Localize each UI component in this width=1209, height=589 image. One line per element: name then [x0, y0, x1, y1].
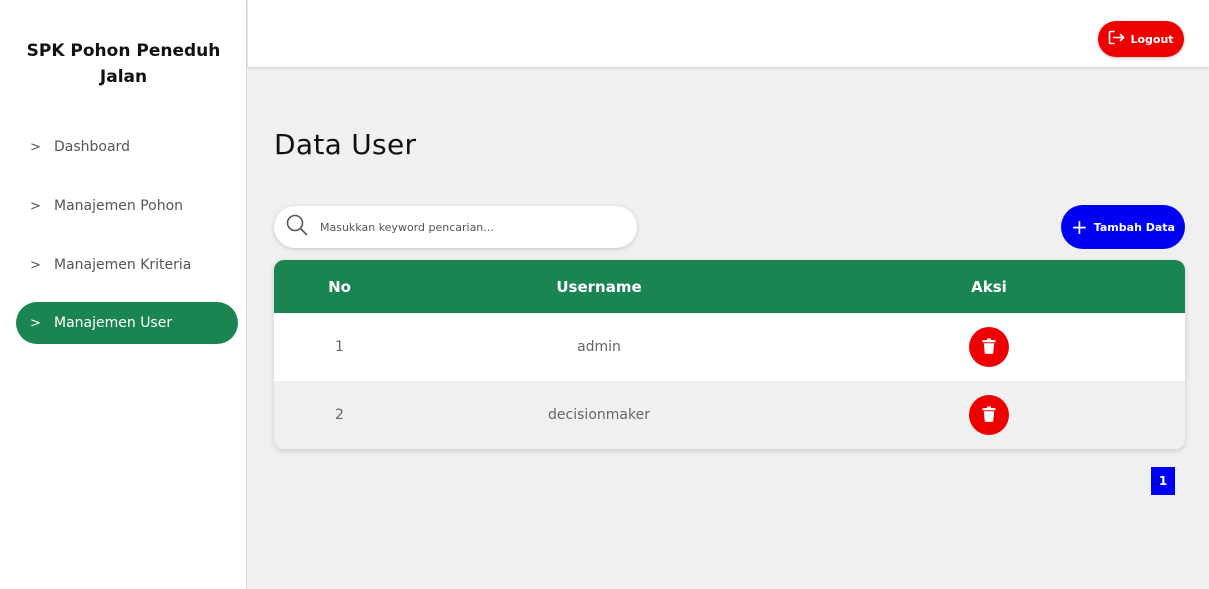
plus-icon: + [1071, 215, 1088, 239]
chevron-right-icon: > [30, 257, 41, 273]
cell-username: decisionmaker [548, 407, 650, 423]
sidebar-item-label: Dashboard [54, 139, 130, 155]
trash-icon [982, 406, 996, 425]
app-title-line1: SPK Pohon Peneduh [26, 41, 221, 61]
chevron-right-icon: > [30, 139, 41, 155]
top-bar: Logout [248, 0, 1209, 67]
table-header-row: No Username Aksi [274, 260, 1185, 313]
sidebar-item-label: Manajemen User [54, 315, 173, 331]
sidebar-item-label: Manajemen Pohon [54, 198, 184, 214]
logout-icon [1108, 30, 1125, 48]
app-brand: SPK Pohon Peneduh Jalan [0, 38, 247, 90]
cell-no: 1 [335, 339, 344, 355]
chevron-right-icon: > [30, 198, 41, 214]
chevron-right-icon: > [30, 315, 41, 331]
pagination-page-button[interactable]: 1 [1151, 467, 1175, 495]
sidebar-item-manajemen-kriteria[interactable]: > Manajemen Kriteria [16, 244, 238, 286]
page-title: Data User [274, 128, 417, 161]
trash-icon [982, 338, 996, 357]
table-row: 2 decisionmaker [274, 381, 1185, 449]
search-box[interactable] [274, 206, 637, 248]
cell-username: admin [577, 339, 621, 355]
delete-button[interactable] [969, 395, 1009, 435]
cell-aksi [793, 313, 1185, 381]
column-header-username: Username [556, 277, 642, 296]
add-data-label: Tambah Data [1093, 220, 1175, 234]
user-table-card: No Username Aksi 1 admin 2 decisionmaker [274, 260, 1185, 449]
add-data-button[interactable]: + Tambah Data [1061, 205, 1185, 249]
sidebar-item-label: Manajemen Kriteria [54, 257, 192, 273]
sidebar: SPK Pohon Peneduh Jalan > Dashboard > Ma… [0, 0, 247, 589]
logout-button[interactable]: Logout [1098, 21, 1184, 57]
table-row: 1 admin [274, 313, 1185, 381]
cell-aksi [793, 381, 1185, 449]
app-title-line2: Jalan [99, 67, 148, 87]
search-input[interactable] [318, 219, 612, 235]
sidebar-item-manajemen-user[interactable]: > Manajemen User [16, 302, 238, 344]
user-table: No Username Aksi 1 admin 2 decisionmaker [274, 260, 1185, 449]
search-icon [286, 214, 308, 240]
delete-button[interactable] [969, 327, 1009, 367]
sidebar-item-manajemen-pohon[interactable]: > Manajemen Pohon [16, 185, 238, 227]
logout-label: Logout [1130, 32, 1174, 46]
sidebar-item-dashboard[interactable]: > Dashboard [16, 126, 238, 168]
column-header-aksi: Aksi [971, 277, 1007, 296]
cell-no: 2 [335, 407, 344, 423]
column-header-no: No [328, 277, 351, 296]
